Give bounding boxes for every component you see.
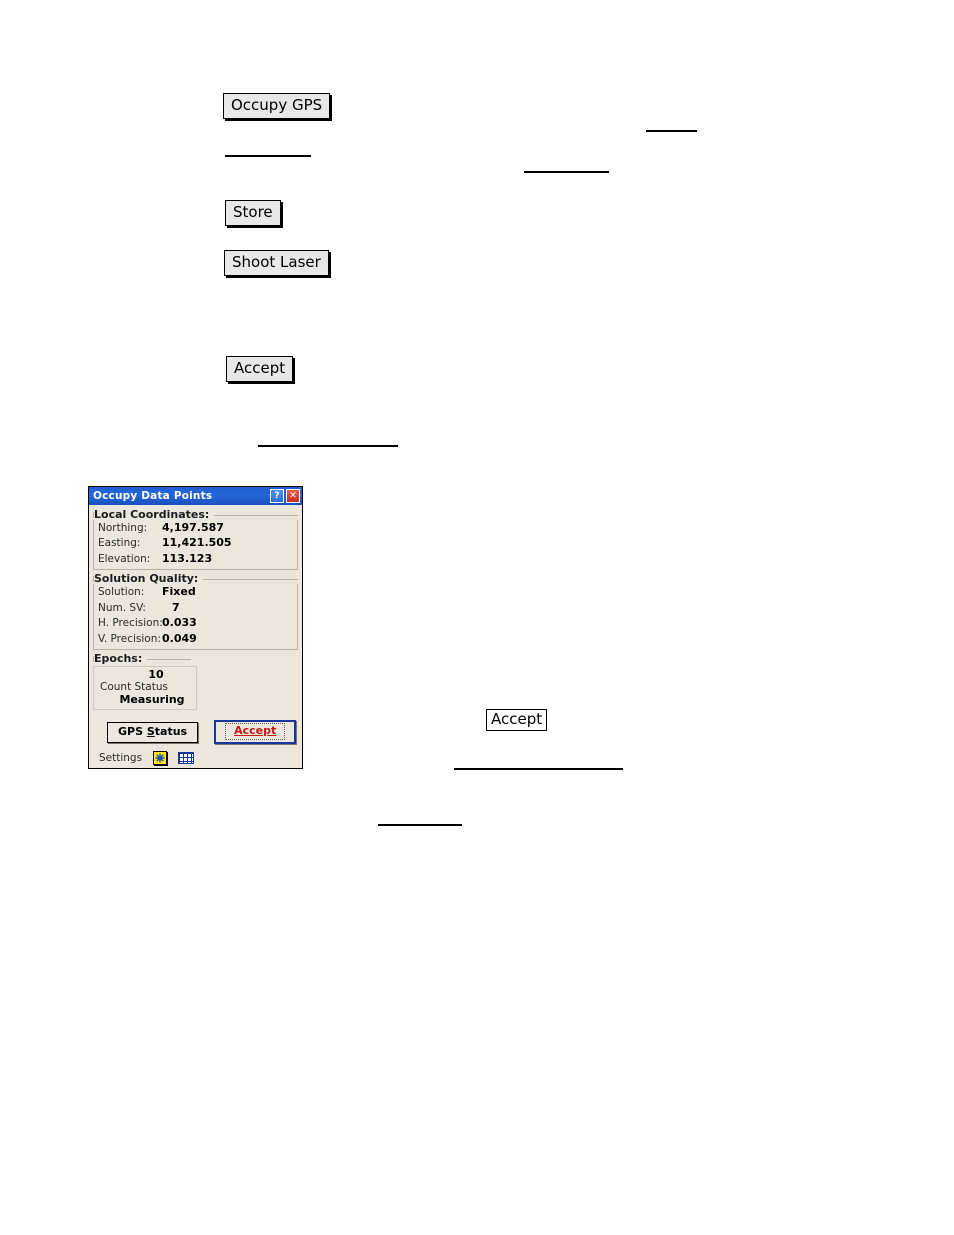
epochs-legend: Epochs: xyxy=(93,652,298,665)
dialog-titlebar: Occupy Data Points ? ✕ xyxy=(89,487,302,505)
dialog-button-row: GPS Status Accept xyxy=(93,712,298,745)
close-icon[interactable]: ✕ xyxy=(286,489,300,503)
num-sv-label: Num. SV: xyxy=(98,601,146,614)
h-precision-row: H. Precision: 0.033 xyxy=(98,615,293,630)
epochs-status: Measuring xyxy=(119,693,185,707)
settings-bar: Settings xyxy=(93,744,298,766)
keyboard-icon[interactable] xyxy=(178,752,195,765)
northing-label: Northing: xyxy=(98,522,148,534)
local-coordinates-frame: Northing: 4,197.587 Easting: 11,421.505 … xyxy=(93,520,298,571)
epochs-count-label: Count Status xyxy=(100,681,168,694)
epochs-panel: 10 Count Status Measuring xyxy=(93,666,197,711)
gps-satellite-icon[interactable] xyxy=(153,751,168,766)
num-sv-value: 7 xyxy=(172,600,180,614)
blank-rule-4 xyxy=(258,445,398,447)
solution-quality-group: Solution Quality: Solution: Fixed Num. S… xyxy=(93,572,298,651)
elevation-value: 113.123 xyxy=(162,551,213,565)
epochs-count: 10 xyxy=(148,668,164,682)
h-precision-value: 0.033 xyxy=(162,616,197,630)
h-precision-label: H. Precision: xyxy=(98,617,163,630)
accept-button-label: Accept xyxy=(225,723,286,741)
solution-label: Solution: xyxy=(98,586,145,599)
dialog-title: Occupy Data Points xyxy=(93,490,213,502)
elevation-row: Elevation: 113.123 xyxy=(98,551,293,566)
solution-quality-frame: Solution: Fixed Num. SV: 7 H. Precision:… xyxy=(93,584,298,651)
gps-status-button[interactable]: GPS Status xyxy=(107,721,199,743)
epochs-group: Epochs: 10 Count Status Measuring xyxy=(93,652,298,711)
solution-value: Fixed xyxy=(162,585,196,599)
epochs-legend-text: Epochs: xyxy=(94,652,143,666)
v-precision-row: V. Precision: 0.049 xyxy=(98,631,293,646)
solution-row: Solution: Fixed xyxy=(98,584,293,599)
store-chip[interactable]: Store xyxy=(225,200,281,226)
legend-line xyxy=(147,659,192,661)
easting-label: Easting: xyxy=(98,537,141,550)
help-icon[interactable]: ? xyxy=(270,489,284,503)
local-coordinates-group: Local Coordinates: Northing: 4,197.587 E… xyxy=(93,508,298,571)
num-sv-row: Num. SV: 7 xyxy=(98,600,293,615)
gps-status-label-prefix: GPS xyxy=(118,724,147,738)
easting-row: Easting: 11,421.505 xyxy=(98,535,293,550)
blank-rule-2 xyxy=(646,130,697,132)
northing-row: Northing: 4,197.587 xyxy=(98,520,293,535)
legend-line xyxy=(214,515,298,516)
blank-rule-6 xyxy=(378,824,462,826)
blank-rule-3 xyxy=(524,171,609,173)
v-precision-value: 0.049 xyxy=(162,631,197,645)
shoot-laser-chip[interactable]: Shoot Laser xyxy=(224,250,329,276)
dialog-body: Local Coordinates: Northing: 4,197.587 E… xyxy=(89,505,302,766)
legend-line xyxy=(203,579,298,581)
gps-satellite-glyph xyxy=(155,753,165,763)
accept-chip-lower[interactable]: Accept xyxy=(486,709,548,731)
accept-chip-upper[interactable]: Accept xyxy=(226,356,294,382)
v-precision-label: V. Precision: xyxy=(98,632,161,645)
occupy-gps-chip[interactable]: Occupy GPS xyxy=(223,93,331,119)
accept-button[interactable]: Accept xyxy=(214,720,297,745)
blank-rule-5 xyxy=(454,768,623,770)
gps-status-label-accel: S xyxy=(146,724,155,738)
occupy-data-points-dialog: Occupy Data Points ? ✕ Local Coordinates… xyxy=(88,486,303,769)
gps-status-label-suffix: tatus xyxy=(154,724,188,738)
blank-rule-1 xyxy=(225,155,311,157)
settings-label: Settings xyxy=(99,752,143,765)
easting-value: 11,421.505 xyxy=(162,536,232,550)
northing-value: 4,197.587 xyxy=(162,521,224,534)
elevation-label: Elevation: xyxy=(98,552,151,565)
